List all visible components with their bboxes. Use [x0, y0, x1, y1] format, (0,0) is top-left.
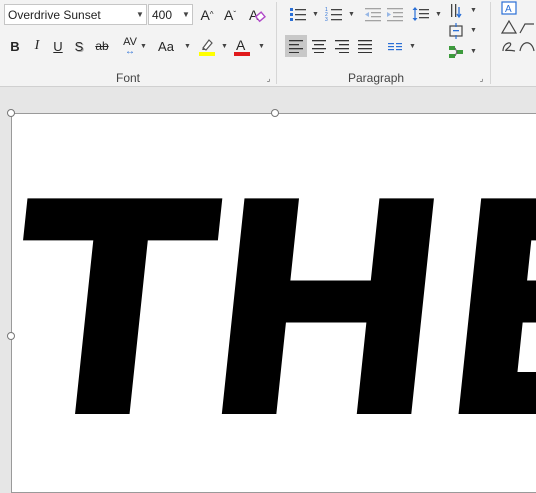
font-color-button[interactable]: A — [231, 35, 253, 57]
bulleted-list-icon — [290, 8, 306, 21]
font-name-value[interactable]: Overdrive Sunset — [5, 8, 134, 22]
columns-icon — [388, 43, 402, 51]
chevron-down-icon[interactable]: ▼ — [348, 11, 355, 18]
connector-icon — [519, 23, 534, 34]
text-box-shape-button[interactable]: A — [500, 0, 518, 16]
font-size-combobox[interactable]: 400 ▼ — [148, 4, 193, 25]
convert-to-smartart-button[interactable] — [446, 43, 466, 61]
align-text-button[interactable] — [446, 22, 466, 40]
chevron-down-icon[interactable]: ▼ — [470, 48, 477, 55]
freeform-shape-button[interactable] — [500, 38, 518, 54]
ribbon: Overdrive Sunset ▼ 400 ▼ A ^ Aˇ A B I U S… — [0, 0, 536, 87]
triangle-shape-button[interactable] — [500, 19, 518, 35]
paragraph-group-label: Paragraph — [348, 71, 405, 85]
arc-shape-button[interactable] — [518, 38, 536, 54]
change-case-button[interactable]: Aa — [151, 36, 181, 56]
chevron-down-icon[interactable]: ▼ — [470, 27, 477, 34]
text-shadow-button[interactable]: S — [70, 36, 88, 56]
clear-formatting-button[interactable]: A — [247, 4, 267, 25]
align-right-button[interactable] — [331, 35, 353, 57]
group-separator — [490, 2, 491, 84]
chevron-down-icon[interactable]: ▼ — [184, 43, 191, 50]
svg-text:A: A — [236, 37, 246, 53]
numbered-list-icon: 1 2 3 — [325, 7, 342, 22]
font-size-value[interactable]: 400 — [149, 8, 180, 22]
numbering-button[interactable]: 1 2 3 — [323, 4, 345, 24]
chevron-down-icon[interactable]: ▼ — [258, 43, 265, 50]
strikethrough-button[interactable]: ab — [92, 36, 112, 56]
chevron-down-icon[interactable]: ▼ — [221, 43, 228, 50]
columns-button[interactable] — [384, 35, 406, 57]
resize-handle-top-center[interactable] — [271, 109, 279, 117]
chevron-down-icon[interactable]: ▼ — [470, 7, 477, 14]
justify-icon — [358, 40, 372, 53]
align-right-icon — [335, 40, 349, 53]
align-left-button[interactable] — [285, 35, 307, 57]
align-center-button[interactable] — [308, 35, 330, 57]
slide-text[interactable]: THE — [0, 141, 536, 485]
increase-indent-icon — [387, 8, 403, 22]
triangle-icon — [501, 20, 517, 34]
group-separator — [276, 2, 277, 84]
line-spacing-icon — [412, 7, 429, 21]
decrease-indent-icon — [365, 8, 381, 22]
connector-shape-button[interactable] — [518, 19, 536, 35]
justify-button[interactable] — [354, 35, 376, 57]
arc-icon — [519, 42, 535, 52]
arrows-horizontal-icon: ↔ — [125, 45, 135, 57]
svg-text:3: 3 — [325, 17, 328, 22]
resize-handle-top-left[interactable] — [7, 109, 15, 117]
smartart-icon — [449, 46, 463, 58]
align-left-icon — [289, 40, 303, 53]
decrease-font-size-button[interactable]: Aˇ — [220, 4, 240, 25]
font-color-icon: A — [234, 37, 250, 56]
line-spacing-button[interactable] — [410, 4, 432, 24]
svg-text:A: A — [505, 4, 512, 15]
text-box-icon: A — [501, 1, 517, 15]
text-direction-button[interactable] — [446, 2, 466, 20]
chevron-down-icon[interactable]: ▼ — [312, 11, 319, 18]
font-name-combobox[interactable]: Overdrive Sunset ▼ — [4, 4, 147, 25]
chevron-down-icon[interactable]: ▼ — [409, 43, 416, 50]
chevron-down-icon[interactable]: ▼ — [180, 10, 192, 19]
text-direction-icon — [451, 4, 462, 19]
align-text-icon — [449, 23, 463, 39]
bold-button[interactable]: B — [6, 36, 24, 56]
align-center-icon — [312, 40, 326, 53]
paragraph-dialog-launcher-icon[interactable]: ⌟ — [477, 74, 486, 83]
bullets-button[interactable] — [287, 4, 309, 24]
italic-button[interactable]: I — [28, 36, 46, 56]
highlight-color-button[interactable] — [196, 35, 218, 57]
chevron-down-icon[interactable]: ▼ — [140, 43, 147, 50]
resize-handle-middle-left[interactable] — [7, 332, 15, 340]
increase-font-size-button[interactable]: A ^ — [197, 4, 217, 25]
chevron-down-icon[interactable]: ▼ — [435, 11, 442, 18]
increase-indent-button[interactable] — [385, 4, 405, 24]
underline-button[interactable]: U — [49, 36, 67, 56]
chevron-down-icon[interactable]: ▼ — [134, 10, 146, 19]
decrease-indent-button[interactable] — [363, 4, 383, 24]
clear-formatting-icon: A — [249, 7, 266, 23]
font-dialog-launcher-icon[interactable]: ⌟ — [264, 74, 273, 83]
font-group-label: Font — [116, 71, 141, 85]
highlighter-icon — [199, 39, 215, 56]
freeform-icon — [502, 42, 516, 52]
